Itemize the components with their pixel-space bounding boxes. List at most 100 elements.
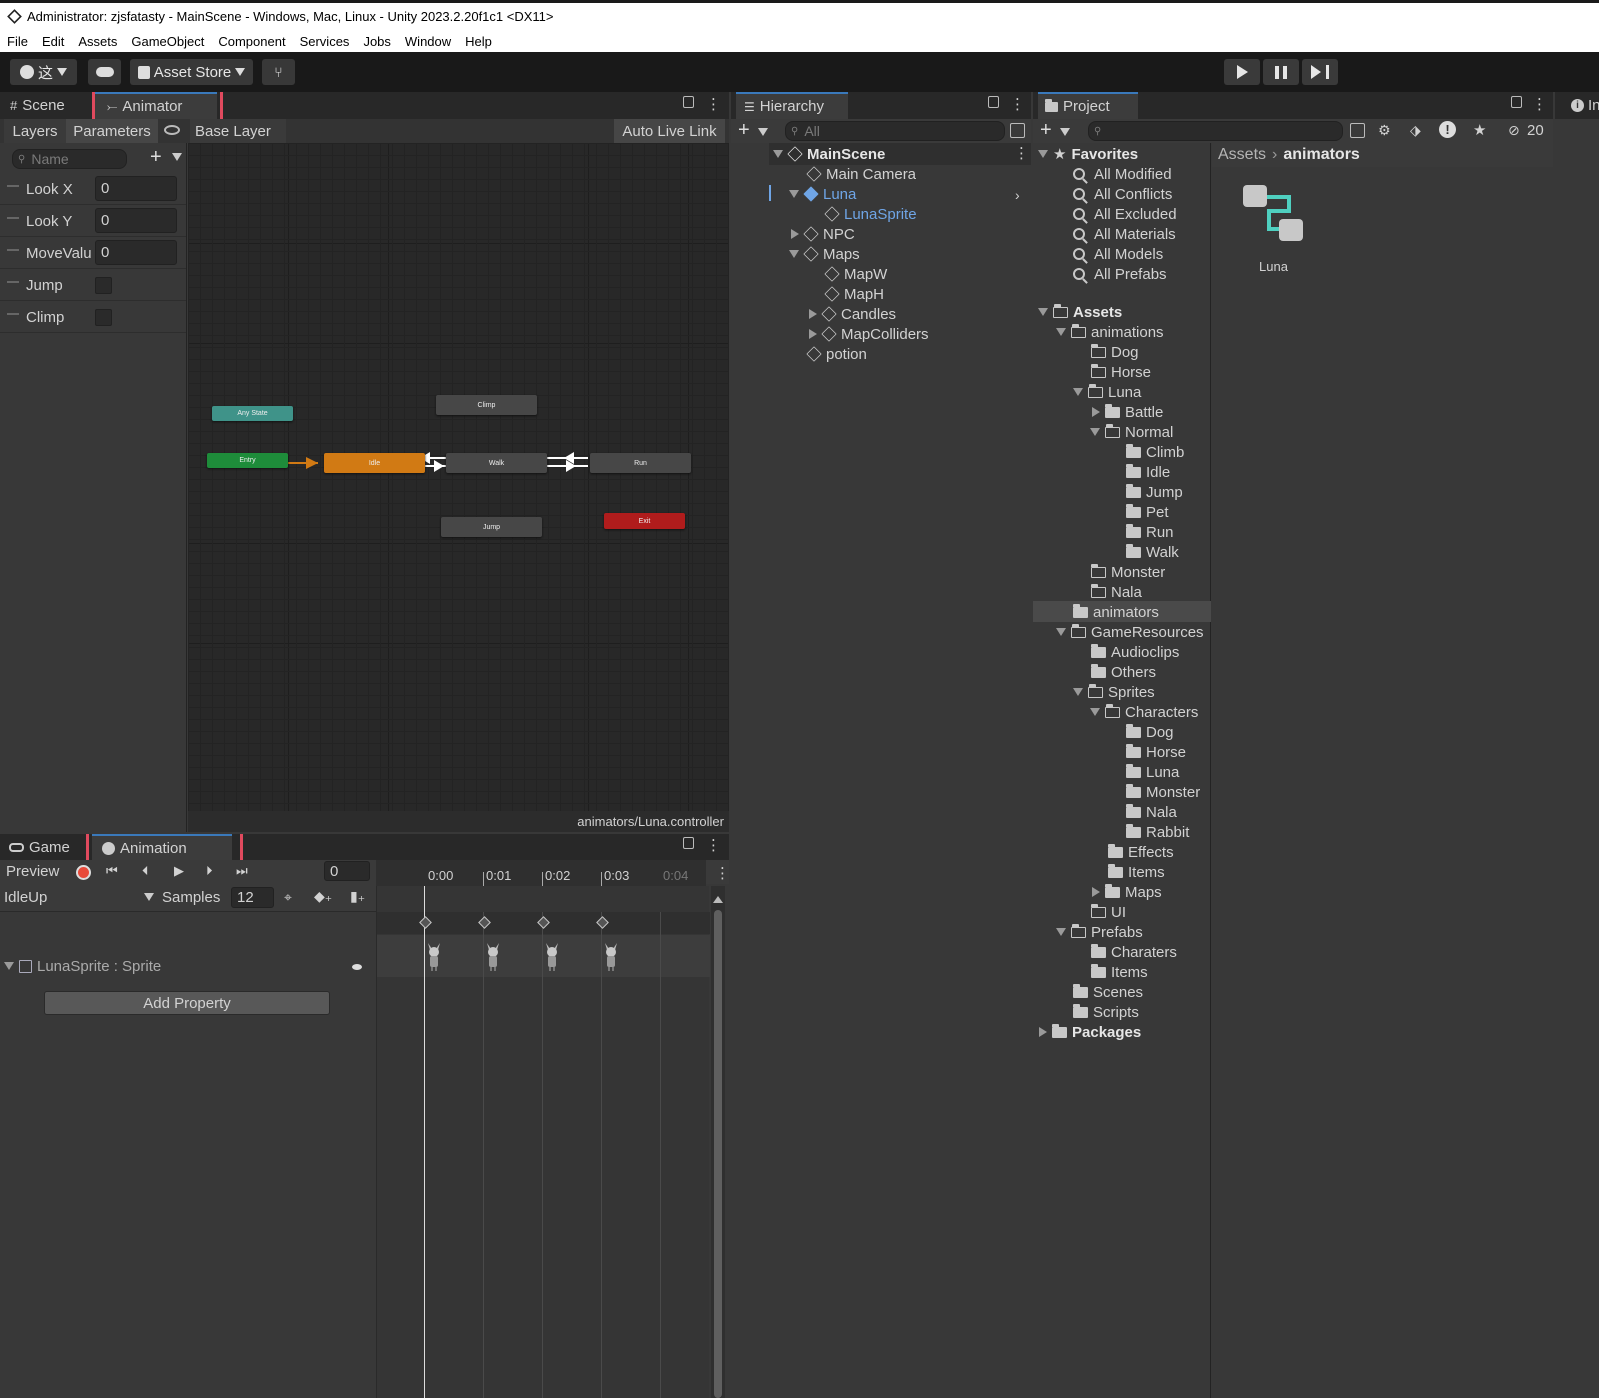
menu-window[interactable]: Window bbox=[405, 34, 451, 49]
folder-item[interactable]: Horse bbox=[1126, 742, 1186, 762]
tab-project[interactable]: Project bbox=[1038, 92, 1138, 119]
collapse-icon[interactable] bbox=[809, 329, 817, 339]
folder-item[interactable]: Nala bbox=[1126, 802, 1177, 822]
folder-item[interactable]: Prefabs bbox=[1056, 922, 1143, 942]
tab-inspector[interactable]: i In bbox=[1559, 92, 1599, 119]
menu-file[interactable]: File bbox=[7, 34, 28, 49]
menu-assets[interactable]: Assets bbox=[78, 34, 117, 49]
parameter-row[interactable]: Climp bbox=[0, 301, 186, 333]
menu-component[interactable]: Component bbox=[218, 34, 285, 49]
create-button[interactable]: + bbox=[1040, 119, 1052, 142]
tab-hierarchy[interactable]: ☰ Hierarchy bbox=[736, 92, 848, 119]
chevron-right-icon[interactable]: › bbox=[1015, 187, 1020, 203]
state-walk[interactable]: Walk bbox=[446, 453, 547, 473]
expand-icon[interactable] bbox=[1056, 928, 1066, 936]
animator-graph[interactable]: Any State Climp Entry Idle Walk Run Jump… bbox=[188, 143, 729, 811]
menu-jobs[interactable]: Jobs bbox=[363, 34, 390, 49]
sprite-keyframe-thumbnail[interactable] bbox=[545, 941, 559, 971]
parameter-row[interactable]: Jump bbox=[0, 269, 186, 301]
chevron-down-icon[interactable] bbox=[758, 128, 768, 136]
state-run[interactable]: Run bbox=[590, 453, 691, 473]
folder-item[interactable]: Idle bbox=[1126, 462, 1170, 482]
folder-item[interactable]: Dog bbox=[1091, 342, 1139, 362]
parameter-row[interactable]: MoveValu 0 bbox=[0, 237, 186, 269]
expand-icon[interactable] bbox=[1038, 150, 1048, 158]
more-options-icon[interactable]: ⋮ bbox=[706, 836, 721, 854]
last-keyframe-icon[interactable]: ⏭ bbox=[236, 863, 248, 879]
scrollbar-thumb[interactable] bbox=[714, 910, 722, 1398]
frame-input[interactable]: 0 bbox=[324, 861, 370, 881]
eye-icon[interactable] bbox=[164, 125, 180, 135]
lock-icon[interactable] bbox=[1511, 96, 1522, 108]
menu-services[interactable]: Services bbox=[300, 34, 350, 49]
dopesheet-scrollbar[interactable] bbox=[711, 886, 725, 1398]
folder-item[interactable]: Pet bbox=[1126, 502, 1169, 522]
hierarchy-item[interactable]: Maps bbox=[789, 244, 860, 264]
first-keyframe-icon[interactable]: ⏮ bbox=[106, 863, 118, 879]
expand-icon[interactable] bbox=[1073, 688, 1083, 696]
drag-handle-icon[interactable] bbox=[7, 313, 19, 315]
more-options-icon[interactable]: ⋮ bbox=[706, 95, 721, 113]
add-event-icon[interactable]: ▮₊ bbox=[350, 888, 365, 905]
expand-icon[interactable] bbox=[1090, 428, 1100, 436]
folder-item[interactable]: UI bbox=[1091, 902, 1126, 922]
folder-item[interactable]: Normal bbox=[1090, 422, 1173, 442]
hierarchy-item[interactable]: MapH bbox=[824, 284, 884, 304]
asset-store-button[interactable]: Asset Store bbox=[130, 59, 253, 85]
previous-keyframe-icon[interactable]: ⏴ bbox=[142, 863, 149, 879]
clip-dropdown[interactable]: IdleUp bbox=[0, 886, 158, 908]
lock-icon[interactable] bbox=[683, 96, 694, 108]
more-options-icon[interactable]: ⋮ bbox=[1010, 95, 1025, 113]
next-keyframe-icon[interactable]: ⏵ bbox=[206, 863, 213, 879]
folder-item[interactable]: GameResources bbox=[1056, 622, 1204, 642]
folder-item[interactable]: Monster bbox=[1126, 782, 1200, 802]
parameter-trigger-checkbox[interactable] bbox=[95, 277, 112, 294]
star-icon[interactable]: ★ bbox=[1473, 121, 1486, 139]
project-search-input[interactable]: ⚲ bbox=[1088, 121, 1343, 141]
folder-item[interactable]: Items bbox=[1091, 962, 1148, 982]
account-button[interactable]: 这 bbox=[10, 59, 77, 85]
preview-button[interactable]: Preview bbox=[6, 863, 59, 880]
chevron-down-icon[interactable] bbox=[1060, 128, 1070, 136]
parameter-trigger-checkbox[interactable] bbox=[95, 309, 112, 326]
chevron-down-icon[interactable] bbox=[172, 153, 182, 161]
state-climp[interactable]: Climp bbox=[436, 395, 537, 415]
folder-item[interactable]: Monster bbox=[1091, 562, 1165, 582]
folder-item[interactable]: Audioclips bbox=[1091, 642, 1179, 662]
folder-item-selected[interactable]: animators bbox=[1073, 602, 1159, 622]
samples-input[interactable]: 12 bbox=[231, 887, 274, 908]
hierarchy-item[interactable]: MapColliders bbox=[809, 324, 929, 344]
folder-item[interactable]: Rabbit bbox=[1126, 822, 1189, 842]
folder-item[interactable]: Scripts bbox=[1073, 1002, 1139, 1022]
expand-icon[interactable] bbox=[1038, 308, 1048, 316]
drag-handle-icon[interactable] bbox=[7, 217, 19, 219]
add-keyframe-icon[interactable]: ◆₊ bbox=[314, 888, 332, 905]
scene-search-icon[interactable] bbox=[1010, 123, 1025, 138]
lock-icon[interactable] bbox=[683, 837, 694, 849]
step-button[interactable] bbox=[1302, 59, 1338, 85]
add-property-button[interactable]: Add Property bbox=[44, 991, 330, 1015]
menu-edit[interactable]: Edit bbox=[42, 34, 64, 49]
hierarchy-item[interactable]: MapW bbox=[824, 264, 887, 284]
pause-button[interactable] bbox=[1263, 59, 1299, 85]
favorite-item[interactable]: All Materials bbox=[1073, 224, 1176, 244]
favorite-item[interactable]: All Modified bbox=[1073, 164, 1172, 184]
hierarchy-item[interactable]: Main Camera bbox=[806, 164, 916, 184]
hidden-packages-icon[interactable]: ⊘ bbox=[1508, 122, 1520, 139]
collapse-icon[interactable] bbox=[791, 229, 799, 239]
tab-scene[interactable]: # Scene bbox=[6, 92, 91, 119]
state-any-state[interactable]: Any State bbox=[212, 406, 293, 421]
play-button[interactable] bbox=[1224, 59, 1260, 85]
folder-item[interactable]: Characters bbox=[1090, 702, 1198, 722]
folder-item[interactable]: Effects bbox=[1108, 842, 1174, 862]
expand-icon[interactable] bbox=[789, 190, 799, 198]
collapse-icon[interactable] bbox=[809, 309, 817, 319]
hierarchy-item[interactable]: Candles bbox=[809, 304, 896, 324]
favorite-item[interactable]: All Conflicts bbox=[1073, 184, 1172, 204]
breadcrumb-base-layer[interactable]: Base Layer bbox=[190, 119, 286, 143]
hierarchy-item[interactable]: Luna bbox=[789, 184, 856, 204]
parameter-value-field[interactable]: 0 bbox=[95, 208, 177, 233]
folder-item[interactable]: Sprites bbox=[1073, 682, 1155, 702]
warning-icon[interactable]: ! bbox=[1439, 121, 1456, 138]
hierarchy-item[interactable]: potion bbox=[806, 344, 867, 364]
